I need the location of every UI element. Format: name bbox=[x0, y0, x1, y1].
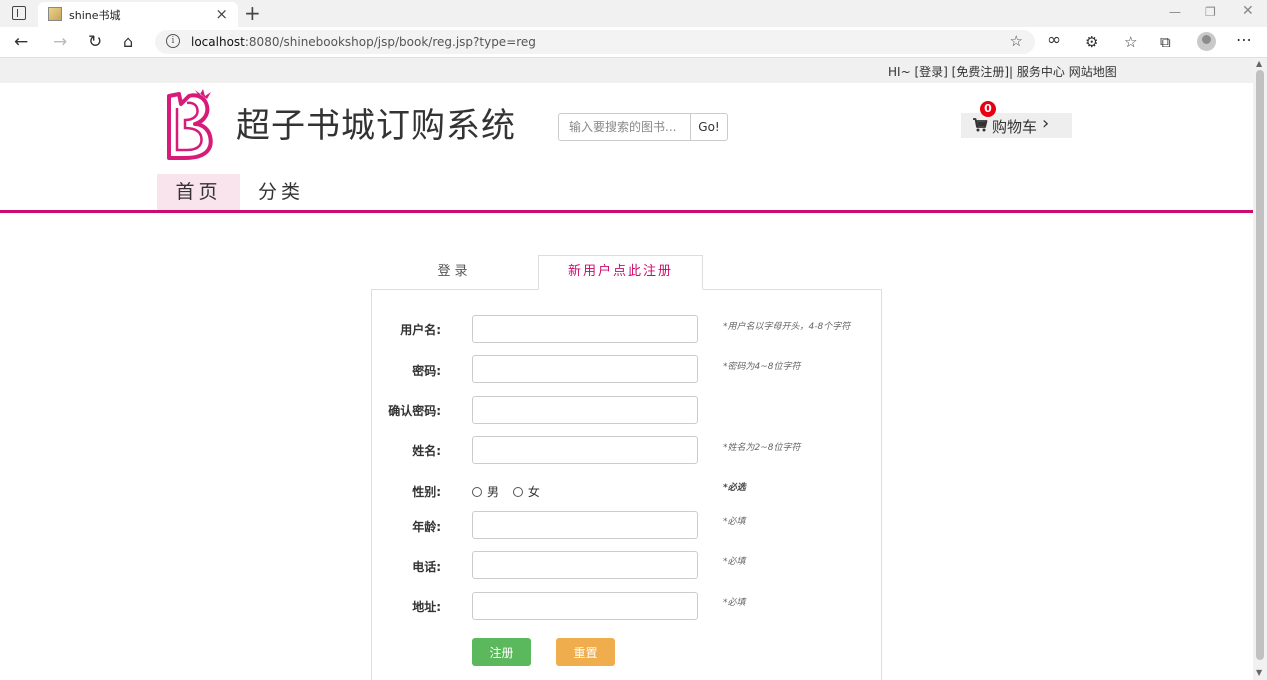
address-bar[interactable]: i localhost:8080/shinebookshop/jsp/book/… bbox=[155, 30, 1035, 54]
cart-count-badge: 0 bbox=[980, 101, 996, 117]
username-input[interactable] bbox=[472, 315, 698, 343]
address-hint: *必填 bbox=[723, 598, 746, 608]
name-hint: *姓名为2~8位字符 bbox=[723, 443, 801, 453]
scroll-down-icon[interactable]: ▼ bbox=[1256, 668, 1262, 677]
favorites-icon[interactable]: ☆ bbox=[1124, 33, 1137, 51]
back-icon[interactable]: ← bbox=[14, 32, 28, 52]
login-link[interactable]: [登录] bbox=[914, 65, 947, 79]
name-input[interactable] bbox=[472, 436, 698, 464]
window-close-icon[interactable]: ✕ bbox=[1242, 3, 1254, 19]
address-toolbar: ← → ↻ ⌂ i localhost:8080/shinebookshop/j… bbox=[0, 27, 1267, 58]
chevron-right-icon: › bbox=[1042, 113, 1050, 134]
age-input[interactable] bbox=[472, 511, 698, 539]
gender-male-label: 男 bbox=[487, 485, 500, 499]
password-hint: *密码为4~8位字符 bbox=[723, 362, 801, 372]
home-icon[interactable]: ⌂ bbox=[123, 32, 133, 51]
divider: | bbox=[1009, 65, 1014, 79]
username-label: 用户名: bbox=[400, 323, 441, 337]
phone-label: 电话: bbox=[412, 560, 441, 574]
age-label: 年龄: bbox=[412, 520, 441, 534]
register-panel bbox=[371, 289, 882, 680]
top-links-bar: HI~ [登录] [免费注册]| 服务中心 网站地图 bbox=[0, 58, 1253, 83]
cart-icon bbox=[973, 118, 988, 132]
plus-icon[interactable]: + bbox=[244, 1, 261, 25]
browser-tab-strip: shine书城 × + — ❐ ✕ bbox=[0, 0, 1267, 27]
site-logo[interactable] bbox=[163, 88, 223, 162]
greeting-text: HI~ bbox=[888, 65, 911, 79]
nav-item-category[interactable]: 分类 bbox=[247, 174, 315, 210]
collections-icon[interactable]: ⧉ bbox=[1160, 33, 1171, 51]
service-center-link[interactable]: 服务中心 bbox=[1017, 65, 1065, 79]
tab-title: shine书城 bbox=[69, 9, 121, 22]
gender-female-label: 女 bbox=[527, 485, 540, 499]
cart-label: 购物车 bbox=[992, 118, 1038, 136]
cart-button[interactable]: 购物车 › bbox=[961, 113, 1072, 138]
search-button[interactable]: Go! bbox=[690, 113, 728, 141]
name-label: 姓名: bbox=[412, 444, 441, 458]
close-icon[interactable]: × bbox=[215, 5, 228, 23]
refresh-icon[interactable]: ↻ bbox=[88, 32, 102, 52]
confirm-password-label: 确认密码: bbox=[388, 404, 441, 418]
tabs-icon[interactable] bbox=[12, 6, 26, 20]
top-links: HI~ [登录] [免费注册]| 服务中心 网站地图 bbox=[888, 63, 1117, 80]
nav-item-home[interactable]: 首页 bbox=[157, 174, 240, 210]
tab-register[interactable]: 新用户点此注册 bbox=[538, 255, 703, 290]
register-link[interactable]: [免费注册] bbox=[952, 65, 1009, 79]
confirm-password-input[interactable] bbox=[472, 396, 698, 424]
favorite-add-icon[interactable]: ☆ bbox=[1010, 32, 1023, 50]
search-input[interactable] bbox=[558, 113, 691, 141]
gender-label: 性别: bbox=[412, 485, 441, 499]
password-label: 密码: bbox=[412, 364, 441, 378]
password-input[interactable] bbox=[472, 355, 698, 383]
more-icon[interactable]: ⋯ bbox=[1236, 30, 1252, 49]
info-icon[interactable]: i bbox=[166, 34, 180, 48]
browser-tab[interactable]: shine书城 × bbox=[38, 2, 238, 27]
restore-icon[interactable]: ❐ bbox=[1205, 5, 1216, 19]
nav-divider bbox=[0, 210, 1253, 213]
minimize-icon[interactable]: — bbox=[1169, 5, 1181, 19]
extensions-icon[interactable]: ⚙ bbox=[1085, 33, 1098, 51]
infinity-icon[interactable]: ∞ bbox=[1047, 30, 1061, 50]
url-text: localhost:8080/shinebookshop/jsp/book/re… bbox=[191, 35, 536, 49]
vertical-scrollbar[interactable]: ▲ ▼ bbox=[1253, 58, 1267, 680]
site-title: 超子书城订购系统 bbox=[236, 106, 516, 146]
scroll-up-icon[interactable]: ▲ bbox=[1256, 59, 1262, 68]
page-viewport: HI~ [登录] [免费注册]| 服务中心 网站地图 超子书城订购系统 Go! … bbox=[0, 58, 1253, 680]
phone-hint: *必填 bbox=[723, 557, 746, 567]
forward-icon[interactable]: → bbox=[53, 32, 67, 52]
sitemap-link[interactable]: 网站地图 bbox=[1069, 65, 1117, 79]
address-label: 地址: bbox=[412, 600, 441, 614]
tab-login[interactable]: 登录 bbox=[372, 258, 537, 288]
favicon-icon bbox=[48, 7, 62, 21]
reset-button[interactable]: 重置 bbox=[556, 638, 615, 666]
register-button[interactable]: 注册 bbox=[472, 638, 531, 666]
gender-radio-female[interactable] bbox=[512, 487, 523, 497]
scrollbar-thumb[interactable] bbox=[1256, 70, 1264, 660]
address-input[interactable] bbox=[472, 592, 698, 620]
profile-icon[interactable] bbox=[1197, 32, 1216, 51]
gender-radio-group: 男 女 bbox=[472, 483, 550, 500]
age-hint: *必填 bbox=[723, 517, 746, 527]
username-hint: *用户名以字母开头，4-8个字符 bbox=[723, 322, 851, 332]
gender-hint: *必选 bbox=[723, 483, 746, 493]
gender-radio-male[interactable] bbox=[472, 487, 482, 497]
phone-input[interactable] bbox=[472, 551, 698, 579]
